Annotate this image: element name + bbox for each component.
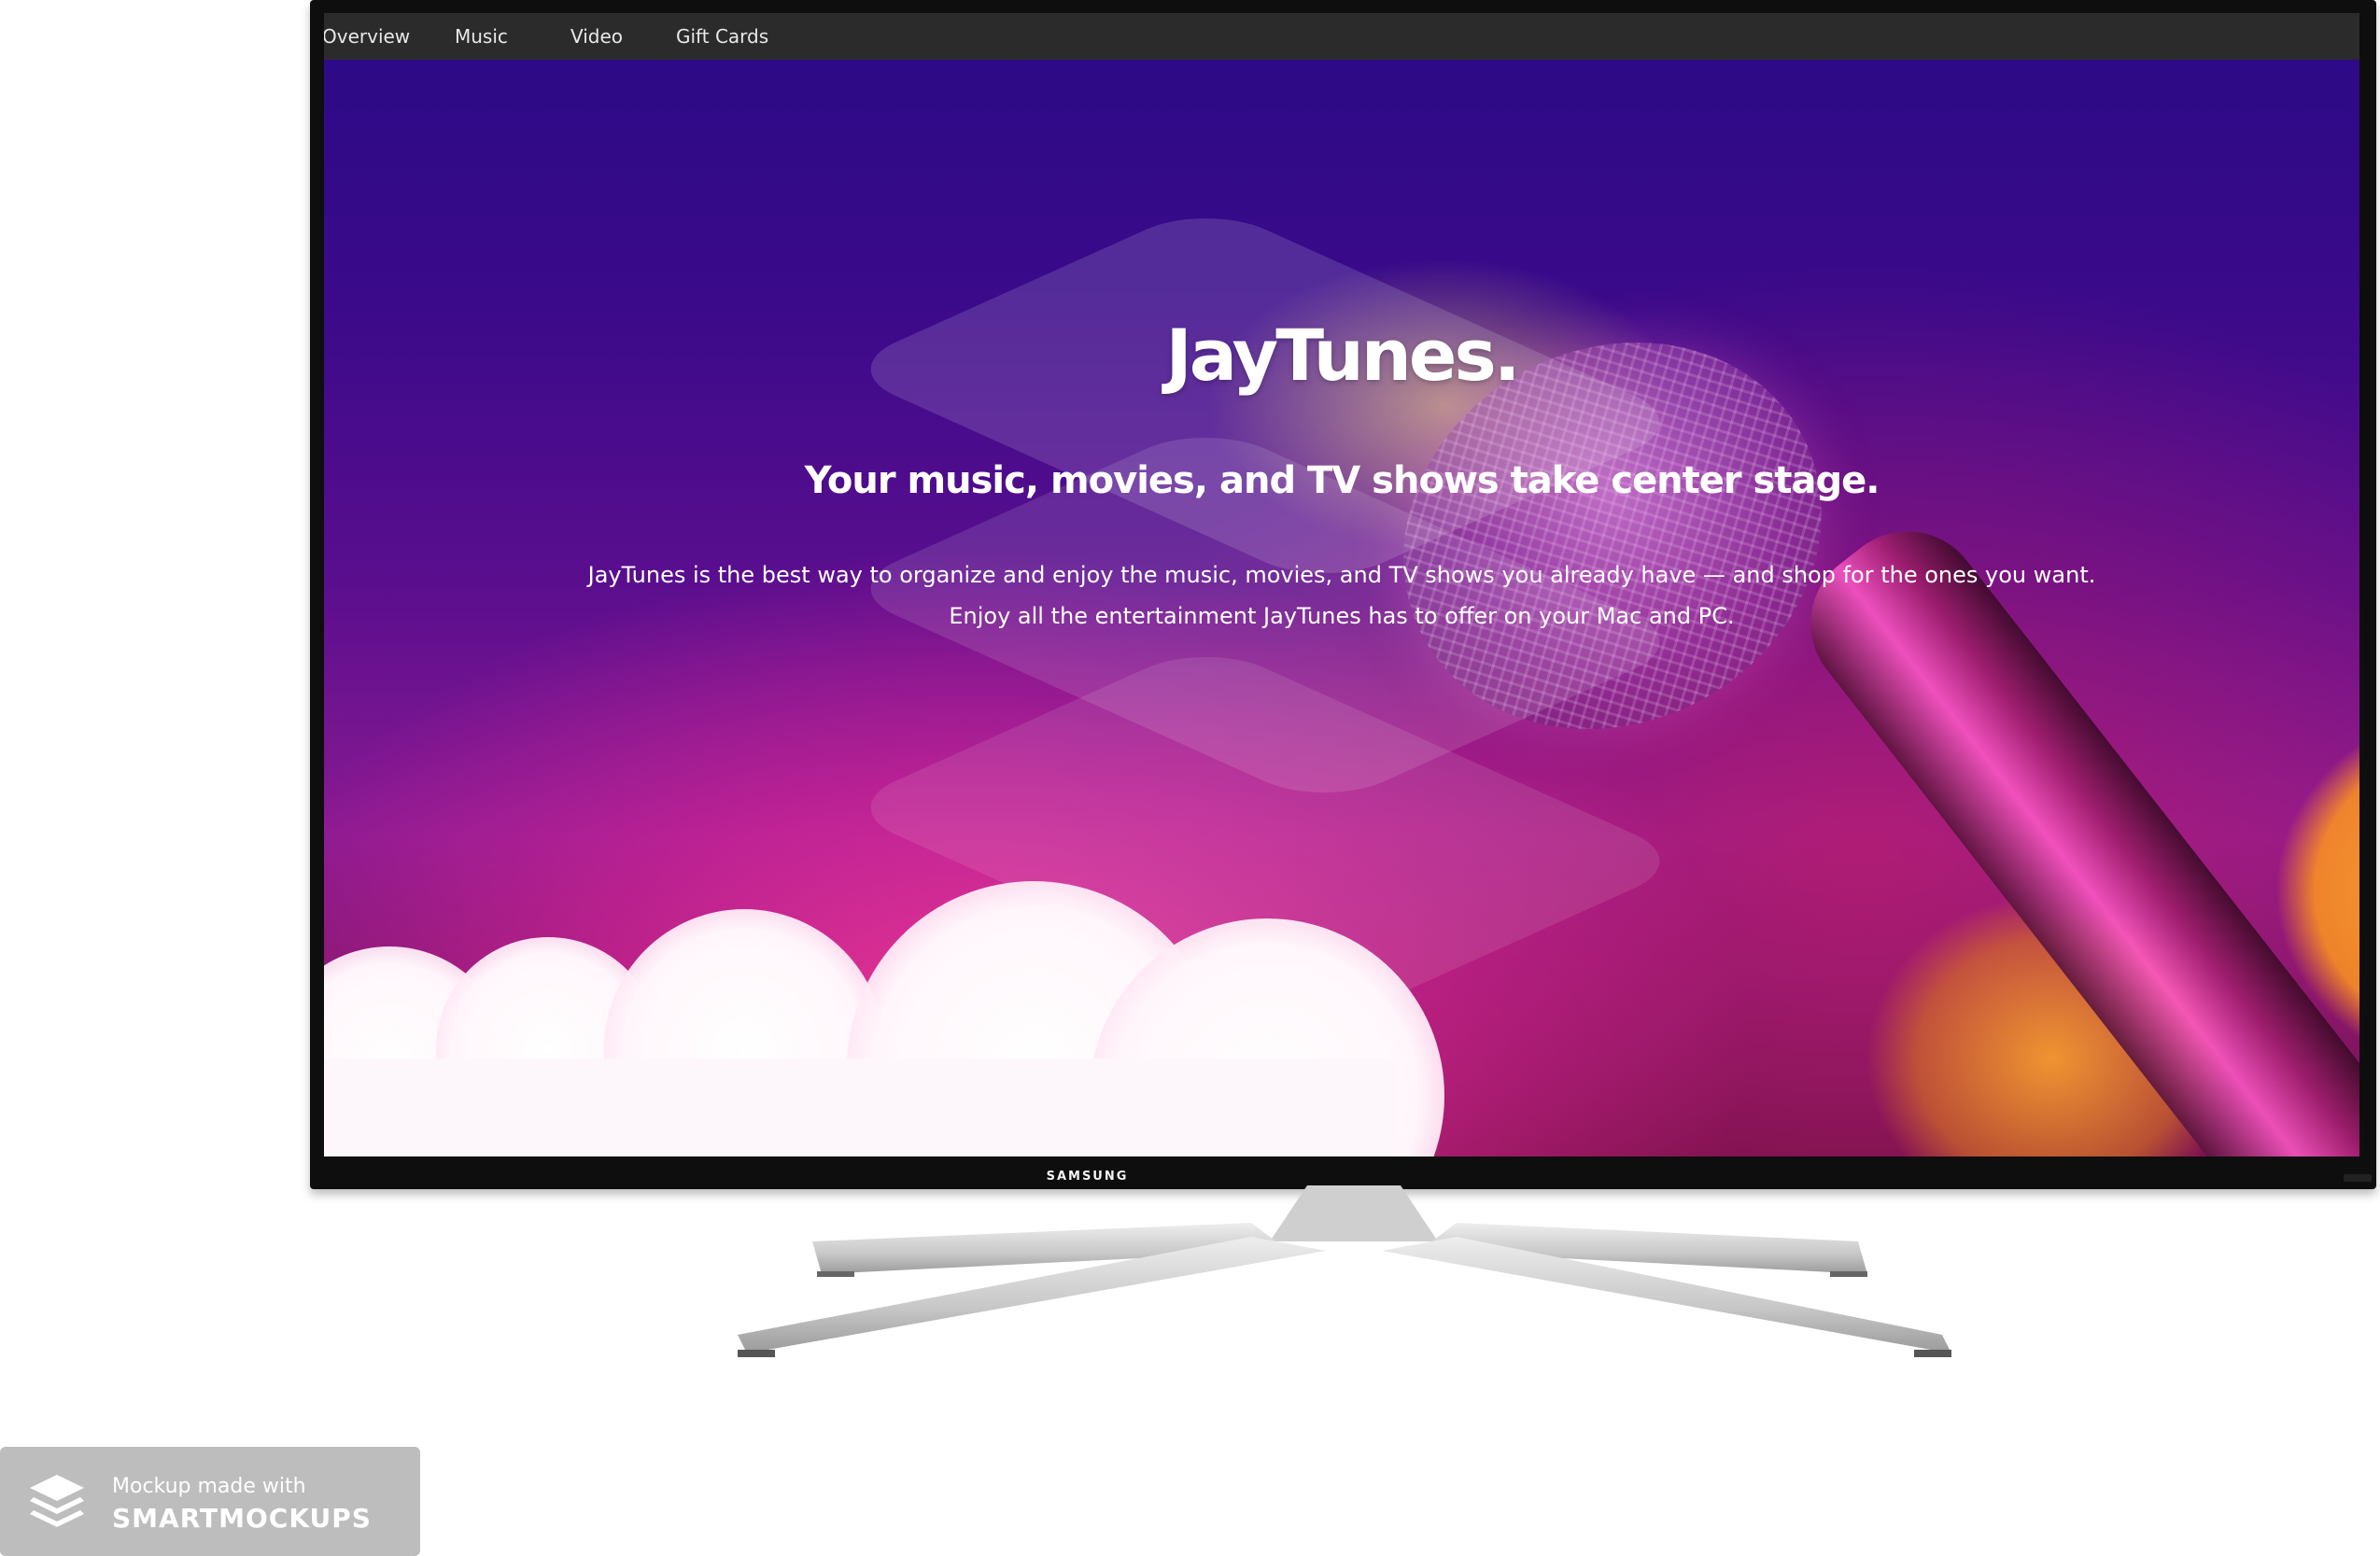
tv-screen: Overview Music Video Gift Cards JayTunes… bbox=[324, 13, 2359, 1156]
mockup-page: Overview Music Video Gift Cards JayTunes… bbox=[0, 0, 2380, 1556]
hero-section: JayTunes. Your music, movies, and TV sho… bbox=[324, 13, 2359, 1156]
tv-brand-logo: SAMSUNG bbox=[1046, 1170, 1129, 1184]
hero-subtitle: Your music, movies, and TV shows take ce… bbox=[804, 459, 1880, 502]
hero-title: JayTunes. bbox=[1165, 314, 1520, 397]
watermark-brand: SMARTMOCKUPS bbox=[112, 1503, 372, 1534]
smartmockups-watermark: Mockup made with SMARTMOCKUPS bbox=[0, 1447, 420, 1556]
hero-description-line: JayTunes is the best way to organize and… bbox=[587, 562, 2096, 588]
hero-description: JayTunes is the best way to organize and… bbox=[324, 554, 2359, 637]
tv-power-indicator bbox=[2344, 1174, 2372, 1182]
tv-stand bbox=[738, 1185, 1951, 1357]
watermark-text: Mockup made with bbox=[112, 1475, 306, 1498]
layers-icon bbox=[30, 1475, 84, 1527]
hero-description-line: Enjoy all the entertainment JayTunes has… bbox=[949, 603, 1735, 629]
